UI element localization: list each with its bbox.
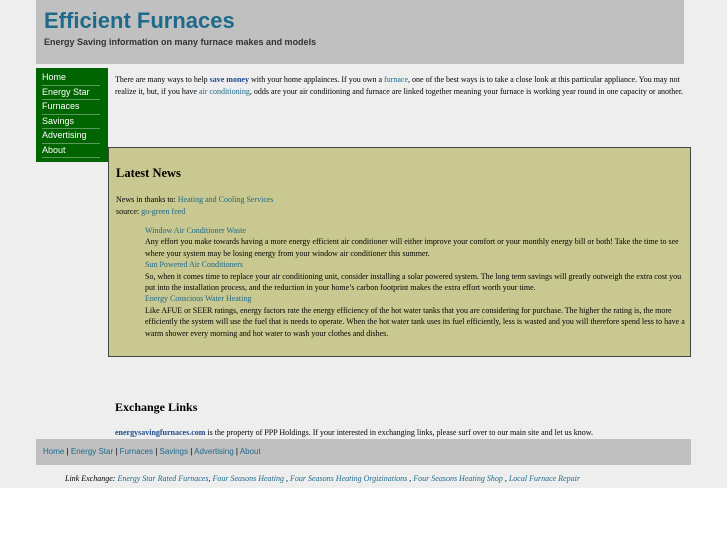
page: Efficient Furnaces Energy Saving informa… [0,0,727,488]
go-green-feed-link[interactable]: go-green feed [141,207,185,216]
sidebar-nav: Home Energy Star Furnaces Savings Advert… [36,68,108,162]
news-credit-prefix: News in thanks to: [116,195,178,204]
footer-link-about[interactable]: About [240,447,261,456]
news-item-body: So, when it comes time to replace your a… [145,271,682,293]
link-exchange-item[interactable]: Four Seasons Heating Shop [413,474,505,483]
sidebar-item-savings[interactable]: Savings [42,115,100,129]
intro-text-4: , odds are your air conditioning and fur… [249,87,684,96]
site-tagline: Energy Saving information on many furnac… [44,37,317,47]
footer-link-home[interactable]: Home [43,447,64,456]
news-list: Window Air Conditioner Waste Any effort … [145,225,685,339]
news-item: Sun Powered Air Conditioners So, when it… [145,259,685,293]
link-exchange: Link Exchange: Energy Star Rated Furnace… [65,474,580,483]
exchange-description: is the property of PPP Holdings. If your… [205,428,593,437]
intro-paragraph: There are many ways to help save money w… [115,74,689,98]
news-item-body: Like AFUE or SEER ratings, energy factor… [145,305,685,338]
site-title[interactable]: Efficient Furnaces [44,8,235,34]
link-exchange-item[interactable]: Energy Star Rated Furnaces [117,474,208,483]
news-item-title[interactable]: Sun Powered Air Conditioners [145,259,685,270]
news-item: Window Air Conditioner Waste Any effort … [145,225,685,259]
sidebar-item-about[interactable]: About [42,144,100,158]
exchange-links-text: energysavingfurnaces.com is the property… [115,427,593,439]
site-header: Efficient Furnaces Energy Saving informa… [36,0,684,64]
latest-news-box: Latest News News in thanks to: Heating a… [108,147,691,357]
intro-text-1: There are many ways to help [115,75,210,84]
site-link[interactable]: energysavingfurnaces.com [115,428,205,437]
link-exchange-item[interactable]: Local Furnace Repair [509,474,580,483]
footer-nav: Home | Energy Star | Furnaces | Savings … [36,439,691,465]
footer-link-advertising[interactable]: Advertising [194,447,234,456]
exchange-links-heading: Exchange Links [115,400,198,414]
sidebar-item-energy-star[interactable]: Energy Star [42,86,100,100]
link-exchange-item[interactable]: Four Seasons Heating Orgizinations [290,474,409,483]
news-credit: News in thanks to: Heating and Cooling S… [116,194,274,218]
footer-link-energy-star[interactable]: Energy Star [71,447,113,456]
news-heading: Latest News [116,166,181,180]
heating-cooling-services-link[interactable]: Heating and Cooling Services [178,195,274,204]
sidebar-item-home[interactable]: Home [42,71,100,86]
news-source-prefix: source: [116,207,142,216]
footer-link-furnaces[interactable]: Furnaces [120,447,153,456]
save-money-link[interactable]: save money [210,75,249,84]
sidebar-item-furnaces[interactable]: Furnaces [42,100,100,115]
news-item-title[interactable]: Energy Conscious Water Heating [145,293,685,304]
air-conditioning-link[interactable]: air conditioning [199,87,250,96]
furnace-link[interactable]: furnace [384,75,408,84]
news-item-body: Any effort you make towards having a mor… [145,237,679,258]
footer-link-savings[interactable]: Savings [160,447,188,456]
link-exchange-item[interactable]: Four Seasons Heating [212,474,286,483]
intro-text-2: with your home applainces. If you own a [248,75,385,84]
link-exchange-label: Link Exchange: [65,474,118,483]
news-item: Energy Conscious Water Heating Like AFUE… [145,293,685,339]
sidebar-item-advertising[interactable]: Advertising [42,129,100,144]
news-item-title[interactable]: Window Air Conditioner Waste [145,225,685,236]
